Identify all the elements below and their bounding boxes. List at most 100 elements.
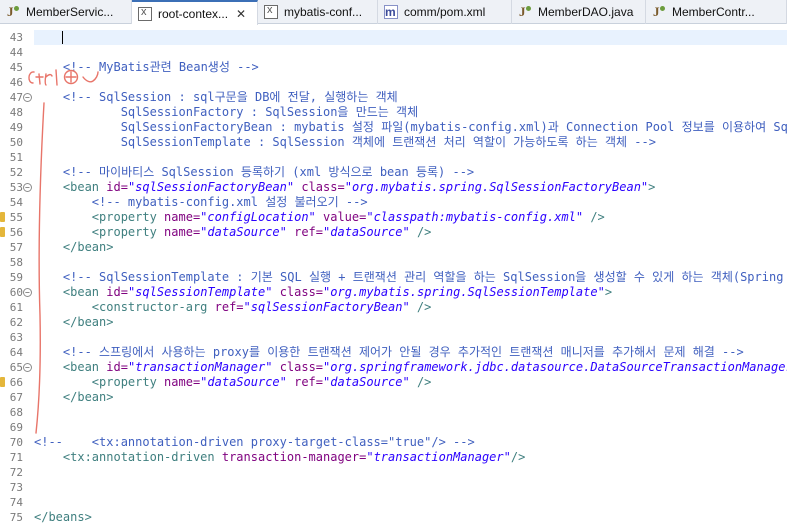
xml-file-icon (138, 6, 152, 21)
line-number: 72 (9, 466, 23, 479)
line-number: 43 (9, 31, 23, 44)
code-line[interactable]: <bean id="sqlSessionTemplate" class="org… (34, 285, 787, 300)
code-line[interactable]: <property name="dataSource" ref="dataSou… (34, 375, 787, 390)
code-line[interactable] (34, 255, 787, 270)
line-number: 50 (9, 136, 23, 149)
code-line[interactable]: <!-- 스프링에서 사용하는 proxy를 이용한 트랜잭션 제어가 안될 경… (34, 345, 787, 360)
code-line[interactable]: SqlSessionFactory : SqlSession을 만드는 객체 (34, 105, 787, 120)
editor-tab[interactable]: root-contex... ✕ (132, 0, 258, 25)
code-line[interactable]: <property name="configLocation" value="c… (34, 210, 787, 225)
code-token: SqlSessionFactory : SqlSession을 만드는 객체 (34, 105, 419, 119)
line-number: 47 (9, 91, 23, 104)
warning-marker-icon[interactable] (0, 377, 5, 387)
line-number: 53 (9, 181, 23, 194)
code-line[interactable] (34, 75, 787, 90)
code-token: <constructor-arg (91, 300, 215, 314)
code-token: "transactionManager" (127, 360, 273, 374)
line-number: 57 (9, 241, 23, 254)
warning-marker-icon[interactable] (0, 212, 5, 222)
code-token: "dataSource" (200, 375, 287, 389)
code-token: "dataSource" (323, 375, 410, 389)
close-tab-icon[interactable]: ✕ (236, 7, 246, 21)
code-line[interactable] (34, 405, 787, 420)
line-number: 69 (9, 421, 23, 434)
code-line[interactable] (34, 495, 787, 510)
code-token: ref= (294, 375, 324, 389)
code-line[interactable]: <property name="dataSource" ref="dataSou… (34, 225, 787, 240)
code-line[interactable] (34, 480, 787, 495)
code-token: /> (409, 375, 432, 389)
fold-collapse-icon[interactable] (23, 288, 32, 297)
line-number: 54 (9, 196, 23, 209)
code-line[interactable]: <!-- SqlSessionTemplate : 기본 SQL 실행 + 트랜… (34, 270, 787, 285)
line-number: 51 (9, 151, 23, 164)
code-line[interactable]: <!-- MyBatis관련 Bean생성 --> (34, 60, 787, 75)
code-token: class= (279, 285, 324, 299)
code-token: /> (409, 300, 432, 314)
fold-collapse-icon[interactable] (23, 183, 32, 192)
code-token: /> (583, 210, 605, 224)
code-line[interactable] (34, 30, 787, 45)
editor-tab[interactable]: MemberContr... (646, 0, 787, 24)
editor-tab[interactable]: MemberServic... (0, 0, 132, 24)
code-line[interactable] (34, 330, 787, 345)
code-line[interactable] (34, 45, 787, 60)
tab-label: MemberServic... (26, 5, 114, 19)
code-line[interactable]: </bean> (34, 240, 787, 255)
code-token: name= (164, 210, 201, 224)
code-token: SqlSessionFactoryBean : mybatis 설정 파일(my… (120, 120, 787, 134)
code-line[interactable]: SqlSessionFactoryBean : mybatis 설정 파일(my… (34, 120, 787, 135)
code-line[interactable]: </bean> (34, 390, 787, 405)
code-token: </beans> (34, 510, 92, 524)
code-line[interactable]: </beans> (34, 510, 787, 525)
code-line[interactable]: <tx:annotation-driven transaction-manage… (34, 450, 787, 465)
code-token: <tx:annotation-driven (62, 450, 222, 464)
editor-tab[interactable]: comm/pom.xml (378, 0, 512, 24)
code-line[interactable]: </bean> (34, 315, 787, 330)
code-token: <bean (62, 285, 107, 299)
code-line[interactable] (34, 420, 787, 435)
code-line[interactable] (34, 150, 787, 165)
code-editor[interactable]: 43 44 45 46 47 48 49 50 51 52 53 54 55 56 57 58 59 60 61 62… (0, 25, 787, 526)
line-number: 74 (9, 496, 23, 509)
code-line[interactable]: <!-- <tx:annotation-driven proxy-target-… (34, 435, 787, 450)
code-token: "dataSource" (323, 225, 410, 239)
code-area[interactable]: <!-- MyBatis관련 Bean생성 --> <!-- SqlSessio… (34, 25, 787, 526)
tab-label: comm/pom.xml (404, 5, 486, 19)
fold-collapse-icon[interactable] (23, 93, 32, 102)
code-token: <bean (62, 180, 107, 194)
line-number: 58 (9, 256, 23, 269)
code-line[interactable]: <bean id="sqlSessionFactoryBean" class="… (34, 180, 787, 195)
code-line[interactable] (34, 465, 787, 480)
code-token: <!-- 스프링에서 사용하는 proxy를 이용한 트랜잭션 제어가 안될 경… (62, 345, 744, 359)
warning-marker-icon[interactable] (0, 227, 5, 237)
code-line[interactable]: <!-- SqlSession : sql구문을 DB에 전달, 실행하는 객체 (34, 90, 787, 105)
code-line[interactable]: <constructor-arg ref="sqlSessionFactoryB… (34, 300, 787, 315)
fold-collapse-icon[interactable] (23, 363, 32, 372)
code-token: <!-- 마이바티스 SqlSession 등록하기 (xml 방식으로 bea… (62, 165, 475, 179)
line-number: 67 (9, 391, 23, 404)
editor-tab[interactable]: mybatis-conf... (258, 0, 378, 24)
code-token: "dataSource" (200, 225, 287, 239)
editor-tab-bar: MemberServic... root-contex... ✕ mybatis-co… (0, 0, 787, 25)
code-line[interactable]: <bean id="transactionManager" class="org… (34, 360, 787, 375)
editor-tab[interactable]: MemberDAO.java (512, 0, 646, 24)
line-number: 64 (9, 346, 23, 359)
line-number: 73 (9, 481, 23, 494)
xml-file-icon (264, 4, 278, 19)
line-number: 66 (9, 376, 23, 389)
code-token: </bean> (62, 390, 114, 404)
text-caret (62, 31, 63, 44)
code-line[interactable]: <!-- mybatis-config.xml 설정 불러오기 --> (34, 195, 787, 210)
code-line[interactable]: <!-- 마이바티스 SqlSession 등록하기 (xml 방식으로 bea… (34, 165, 787, 180)
code-line[interactable]: SqlSessionTemplate : SqlSession 객체에 트랜잭션… (34, 135, 787, 150)
